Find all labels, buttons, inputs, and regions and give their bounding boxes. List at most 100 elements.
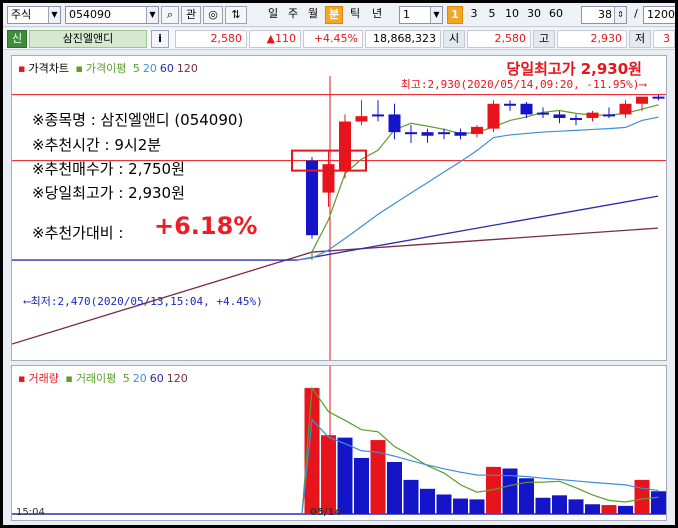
open-label: 시 [443, 30, 465, 48]
ma20-line [296, 116, 659, 261]
volume-chart-pane[interactable]: ▪ 거래량 ▪ 거래이평 5 20 60 120 15:04 05/14 [11, 365, 667, 521]
candle-body [454, 132, 467, 136]
x-axis-label-start: 15:04 [16, 507, 45, 518]
info-day-high: ※당일최고가 : 2,930원 [32, 184, 185, 202]
legend-volume-title: 거래량 [28, 372, 59, 385]
volume-chart-canvas[interactable] [12, 366, 666, 520]
interval-5-button[interactable]: 5 [485, 6, 499, 24]
volume-bar [552, 495, 567, 514]
candle-body [570, 117, 582, 120]
legend-vol-ma5: 5 [122, 372, 130, 385]
candle-body [537, 112, 549, 115]
market-select[interactable]: 주식 ▼ [7, 6, 61, 24]
chart-toolbar: 주식 ▼ 054090 ▼ ⌕ 관 ◎ ⇅ 일 주 월 분 틱 년 1 ▼ 1 … [3, 3, 675, 27]
info-ratio-value: +6.18% [154, 212, 258, 240]
search-icon[interactable]: ⌕ [161, 6, 179, 24]
count-stepper[interactable]: 38 ⇕ [581, 6, 627, 24]
candle-body [471, 126, 483, 134]
tab-month[interactable]: 월 [305, 6, 321, 24]
tab-week[interactable]: 주 [285, 6, 301, 24]
volume-bar [601, 505, 617, 514]
legend-ma120: 120 [176, 62, 198, 75]
total-count-input[interactable]: 1200 [643, 6, 675, 24]
count-separator: / [634, 7, 638, 20]
legend-ma5: 5 [132, 62, 140, 75]
candle-body [339, 121, 351, 172]
price-chart-pane[interactable]: ▪ 가격차트 ▪ 가격이평 5 20 60 120 당일최고가 2,930원 최고:2,9… [11, 55, 667, 361]
volume-bar [585, 504, 600, 514]
ma5-line [311, 104, 659, 261]
info-recommend-price: ※추천매수가 : 2,750원 [32, 160, 185, 178]
info-stock-name: ※종목명 : 삼진엘앤디 (054090) [32, 111, 244, 129]
candle-body [553, 114, 566, 118]
code-input-value: 054090 [69, 8, 111, 21]
current-price: 2,580 [175, 30, 247, 48]
candle-body [405, 132, 417, 135]
tab-year[interactable]: 년 [369, 6, 385, 24]
legend-vol-ma120: 120 [166, 372, 188, 385]
low-price: 3 [653, 30, 675, 48]
x-axis-label-day: 05/14 [310, 507, 342, 518]
candle-body [652, 96, 665, 99]
tab-day[interactable]: 일 [265, 6, 281, 24]
stock-link-icon[interactable]: ◎ [203, 6, 223, 24]
chevron-down-icon[interactable]: ▼ [48, 7, 60, 23]
volume-bar [651, 491, 666, 514]
volume-bar [420, 488, 435, 514]
candle-body [487, 103, 500, 129]
legend-ma-title: 가격이평 [85, 62, 127, 75]
candle-body [322, 164, 335, 193]
interval-3-button[interactable]: 3 [467, 6, 481, 24]
low-label: 저 [629, 30, 651, 48]
info-recommend-time: ※추천시간 : 9시2분 [32, 136, 162, 154]
legend-marker-icon: ▪ [65, 372, 73, 385]
legend-marker-icon: ▪ [18, 62, 26, 75]
interval-30-button[interactable]: 30 [525, 6, 543, 24]
candle-body [306, 160, 318, 236]
candle-body [388, 114, 401, 133]
legend-vol-ma-title: 거래이평 [75, 372, 117, 385]
chart-window: 주식 ▼ 054090 ▼ ⌕ 관 ◎ ⇅ 일 주 월 분 틱 년 1 ▼ 1 … [3, 3, 675, 525]
legend-vol-ma20: 20 [132, 372, 147, 385]
interval-select-value: 1 [403, 8, 410, 21]
high-price: 2,930 [557, 30, 627, 48]
candle-body [504, 103, 516, 106]
chevron-down-icon[interactable]: ▼ [430, 7, 442, 23]
high-label: 고 [533, 30, 555, 48]
interval-select[interactable]: 1 ▼ [399, 6, 443, 24]
interval-10-button[interactable]: 10 [503, 6, 521, 24]
candle-body [619, 103, 632, 115]
credit-badge: 신 [7, 30, 27, 48]
updown-stepper[interactable]: ⇅ [225, 6, 247, 24]
candle-body [586, 112, 599, 118]
code-input[interactable]: 054090 ▼ [65, 6, 159, 24]
stepper-arrows-icon[interactable]: ⇕ [614, 7, 626, 23]
candle-body [372, 114, 384, 117]
low-marker: ⟵최저:2,470(2020/05/13,15:04, +4.45%) [24, 295, 263, 308]
interval-60-button[interactable]: 60 [547, 6, 565, 24]
candle-body [603, 114, 615, 117]
legend-vol-ma60: 60 [149, 372, 164, 385]
info-ratio-label: ※추천가대비 : [32, 224, 124, 242]
candle-body [636, 96, 648, 104]
chevron-down-icon[interactable]: ▼ [146, 7, 158, 23]
tab-tick[interactable]: 틱 [347, 6, 363, 24]
legend-marker-icon: ▪ [75, 62, 83, 75]
trade-volume: 18,868,323 [365, 30, 441, 48]
volume-bar [370, 440, 386, 514]
price-chart-canvas[interactable] [12, 56, 666, 360]
interval-1-button[interactable]: 1 [447, 6, 463, 24]
legend-ma20: 20 [142, 62, 157, 75]
candle-body [520, 103, 533, 115]
stock-info-button[interactable]: i [151, 30, 169, 48]
price-change: ▲110 [249, 30, 301, 48]
volume-bar [403, 479, 419, 514]
market-select-value: 주식 [11, 8, 32, 21]
watchlist-button[interactable]: 관 [181, 6, 201, 24]
legend-ma60: 60 [159, 62, 174, 75]
volume-bar [618, 505, 633, 514]
volume-bar [453, 498, 468, 514]
volume-bar [469, 499, 485, 514]
count-stepper-value: 38 [598, 8, 612, 21]
tab-minute[interactable]: 분 [325, 6, 343, 24]
